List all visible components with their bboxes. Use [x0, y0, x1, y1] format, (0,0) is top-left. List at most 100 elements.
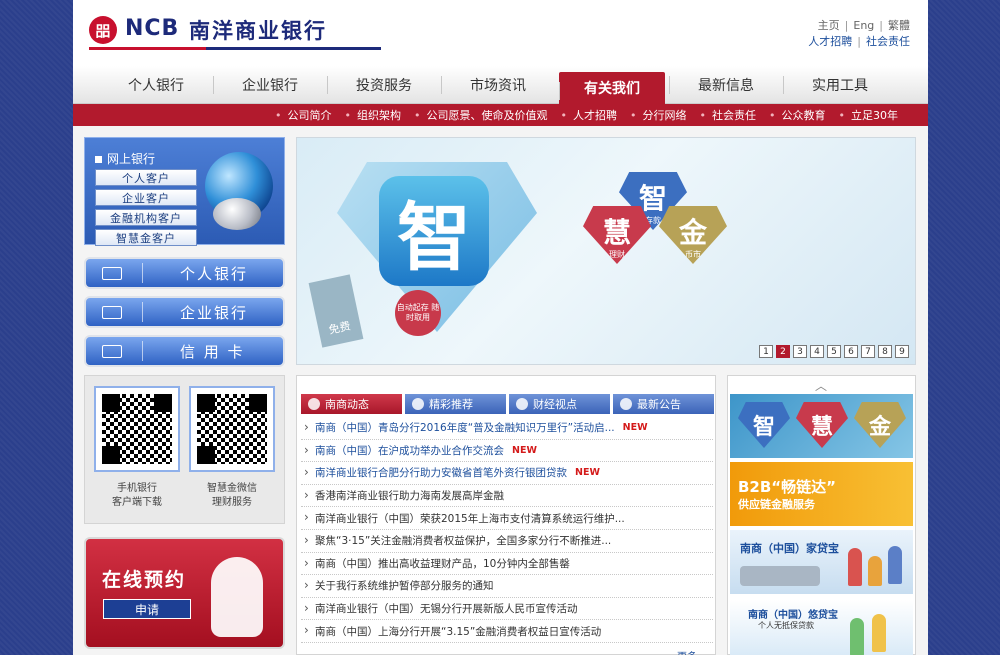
tab-ncb-news[interactable]: 南商动态: [301, 394, 402, 414]
chevron-up-icon[interactable]: ︿: [815, 377, 827, 394]
carousel-page-2[interactable]: 2: [776, 345, 790, 358]
news-item[interactable]: 南商（中国）青岛分行2016年度“普及金融知识万里行”活动启... NEW: [301, 417, 713, 440]
ebank-corporate-button[interactable]: 企业客户: [95, 189, 197, 206]
carousel-page-7[interactable]: 7: [861, 345, 875, 358]
tab-recommended[interactable]: 精彩推荐: [405, 394, 506, 414]
briefcase-icon: [102, 306, 122, 319]
home-loan-title: 南商（中国）家贷宝: [740, 542, 839, 555]
gem-hui: 慧理财: [583, 206, 651, 264]
top-links: 主页 | Eng | 繁體 人才招聘 | 社会责任: [808, 18, 910, 50]
nav-investment[interactable]: 投资服务: [327, 66, 441, 104]
nav-tools[interactable]: 实用工具: [783, 66, 897, 104]
nav-market-info[interactable]: 市场资讯: [441, 66, 555, 104]
news-item-text: 南洋商业银行合肥分行助力安徽省首笔外资行银团贷款: [315, 467, 567, 480]
news-item[interactable]: 南洋商业银行（中国）无锡分行开展新版人民币宣传活动: [301, 598, 713, 621]
news-item[interactable]: 关于我行系统维护暂停部分服务的通知: [301, 575, 713, 598]
new-badge: NEW: [622, 422, 648, 434]
wechat-qr-code[interactable]: [189, 386, 275, 472]
link-traditional[interactable]: 繁體: [888, 19, 910, 32]
promo-zhihuijin[interactable]: 智 慧 金: [730, 394, 913, 458]
carousel-page-4[interactable]: 4: [810, 345, 824, 358]
news-item[interactable]: 南洋商业银行合肥分行助力安徽省首笔外资行银团贷款 NEW: [301, 462, 713, 485]
carousel-page-9[interactable]: 9: [895, 345, 909, 358]
mobile-app-qr-code[interactable]: [94, 386, 180, 472]
news-item[interactable]: 南商（中国）在沪成功举办业合作交流会 NEW: [301, 440, 713, 463]
promo-personal-loan[interactable]: 南商（中国）悠贷宝 个人无抵保贷款: [730, 600, 913, 655]
promo-gem-hui: 慧: [796, 402, 848, 448]
news-item[interactable]: 南商（中国）推出高收益理财产品，10分钟内全部售罄: [301, 553, 713, 576]
link-home[interactable]: 主页: [818, 19, 840, 32]
apply-button[interactable]: 申请: [103, 599, 191, 619]
main-nav: 个人银行 企业银行 投资服务 市场资讯 有关我们 最新信息 实用工具: [73, 66, 928, 104]
corporate-banking-button[interactable]: 企业银行: [84, 296, 285, 328]
promo-home-loan[interactable]: 南商（中国）家贷宝: [730, 530, 913, 594]
calendar-icon: [620, 398, 632, 410]
person-graphic: [848, 548, 862, 586]
sofa-graphic: [740, 566, 820, 586]
ncb-logo-icon[interactable]: 㗊: [89, 16, 117, 44]
top-links-row2: 人才招聘 | 社会责任: [808, 35, 910, 48]
ebank-title: 网上银行: [95, 150, 155, 167]
link-social-responsibility[interactable]: 社会责任: [866, 35, 910, 48]
credit-card-icon: [102, 345, 122, 358]
news-item[interactable]: 香港南洋商业银行助力海南发展高岸金融: [301, 485, 713, 508]
person-graphic: [868, 556, 882, 586]
nav-latest-news[interactable]: 最新信息: [669, 66, 783, 104]
nav-personal-banking[interactable]: 个人银行: [99, 66, 213, 104]
promo-b2b[interactable]: B2B“畅链达” 供应链金融服务: [730, 462, 913, 526]
eye-icon: [516, 398, 528, 410]
top-links-row1: 主页 | Eng | 繁體: [817, 19, 910, 32]
personal-banking-button[interactable]: 个人银行: [84, 257, 285, 289]
qr-panel: 手机银行 客户端下载 智慧金微信 理财服务: [84, 375, 285, 524]
subnav-company-profile[interactable]: 公司简介: [275, 107, 332, 123]
hero-banner[interactable]: 智 免费 自动起存 随时取用 智存款 慧理财 金币市 1 2 3 4 5 6 7…: [296, 137, 916, 365]
news-item[interactable]: 南洋商业银行（中国）荣获2015年上海市支付清算系统运行维护...: [301, 507, 713, 530]
more-link[interactable]: 更多: [677, 648, 697, 655]
subnav-vision[interactable]: 公司愿景、使命及价值观: [414, 107, 548, 123]
subnav-public-education[interactable]: 公众教育: [769, 107, 826, 123]
seal-badge: 自动起存 随时取用: [395, 290, 441, 336]
credit-card-button[interactable]: 信 用 卡: [84, 335, 285, 367]
free-tag: 免费: [308, 274, 364, 348]
carousel-page-6[interactable]: 6: [844, 345, 858, 358]
wechat-caption[interactable]: 智慧金微信 理财服务: [184, 482, 280, 510]
square-bullet-icon: [95, 156, 102, 163]
link-english[interactable]: Eng: [853, 19, 874, 32]
promo-gem-zhi: 智: [738, 402, 790, 448]
carousel-page-3[interactable]: 3: [793, 345, 807, 358]
subnav-30-years[interactable]: 立足30年: [839, 107, 898, 123]
b2b-title: B2B“畅链达”: [738, 478, 837, 496]
subnav-social-responsibility[interactable]: 社会责任: [700, 107, 756, 123]
gem-jin: 金币市: [659, 206, 727, 264]
new-badge: NEW: [512, 444, 537, 456]
subnav-organization[interactable]: 组织架构: [345, 107, 401, 123]
online-appointment-banner[interactable]: 在线预约 申请: [84, 537, 285, 649]
nav-about-us[interactable]: 有关我们: [559, 72, 665, 104]
subnav-branch-network[interactable]: 分行网络: [630, 107, 687, 123]
logo-text-en[interactable]: NCB: [125, 16, 179, 41]
news-item[interactable]: 南商（中国）上海分行开展“3.15”金融消费者权益日宣传活动: [301, 620, 713, 643]
ebank-personal-button[interactable]: 个人客户: [95, 169, 197, 186]
mobile-app-caption[interactable]: 手机银行 客户端下载: [89, 482, 185, 510]
ebank-institution-button[interactable]: 金融机构客户: [95, 209, 197, 226]
news-item-text: 南商（中国）上海分行开展“3.15”金融消费者权益日宣传活动: [315, 625, 602, 638]
tab-financial-view[interactable]: 财经视点: [509, 394, 610, 414]
link-careers[interactable]: 人才招聘: [808, 35, 852, 48]
tab-announcements[interactable]: 最新公告: [613, 394, 714, 414]
nav-corporate-banking[interactable]: 企业银行: [213, 66, 327, 104]
ebank-zhihuijin-button[interactable]: 智慧金客户: [95, 229, 197, 246]
arrow-circle-icon: [308, 398, 320, 410]
carousel-page-5[interactable]: 5: [827, 345, 841, 358]
person-graphic: [888, 546, 902, 584]
appointment-title: 在线预约: [102, 569, 187, 591]
subnav-careers[interactable]: 人才招聘: [561, 107, 617, 123]
ebank-panel: 网上银行 个人客户 企业客户 金融机构客户 智慧金客户: [84, 137, 285, 246]
carousel-page-8[interactable]: 8: [878, 345, 892, 358]
news-item[interactable]: 聚焦“3·15”关注金融消费者权益保护，全国多家分行不断推进...: [301, 530, 713, 553]
news-item-text: 南商（中国）青岛分行2016年度“普及金融知识万里行”活动启...: [315, 422, 615, 435]
news-item-text: 关于我行系统维护暂停部分服务的通知: [315, 580, 494, 593]
header: 㗊 NCB 南洋商业银行 主页 | Eng | 繁體 人才招聘 | 社会责任: [73, 0, 928, 66]
carousel-page-1[interactable]: 1: [759, 345, 773, 358]
logo-text-cn[interactable]: 南洋商业银行: [189, 15, 327, 45]
news-item-text: 南洋商业银行（中国）荣获2015年上海市支付清算系统运行维护...: [315, 512, 625, 525]
